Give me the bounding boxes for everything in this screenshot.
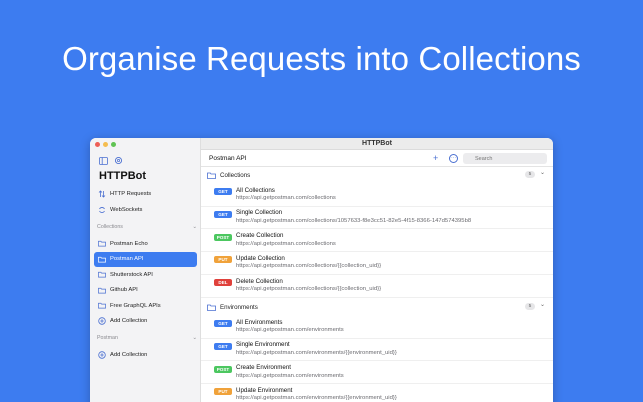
plus-circle-icon <box>98 317 106 325</box>
request-url: https://api.getpostman.com/environments/… <box>236 349 397 356</box>
sidebar-toggle-icon[interactable] <box>99 156 108 165</box>
collections-section-header[interactable]: Collections ⌄ <box>97 224 197 230</box>
chevron-down-icon[interactable]: ⌄ <box>193 335 197 341</box>
request-row[interactable]: POST Create Environment https://api.getpos… <box>201 362 553 385</box>
folder-icon <box>98 271 106 279</box>
more-options-button[interactable]: ··· <box>449 154 458 163</box>
request-name: Create Collection <box>236 232 284 240</box>
method-badge: GET <box>214 188 232 195</box>
sync-icon <box>98 206 106 214</box>
request-row[interactable]: DEL Delete Collection https://api.getpostm… <box>201 275 553 298</box>
request-name: Update Environment <box>236 386 293 394</box>
toolbar: Postman API + ··· ⌕ <box>201 150 553 167</box>
zoom-window-button[interactable] <box>111 142 116 147</box>
arrows-icon <box>98 189 106 198</box>
gear-icon[interactable] <box>114 156 123 165</box>
request-list-pane: Postman API + ··· ⌕ Collections5⌄GETAll … <box>201 150 553 402</box>
sidebar-item-http-requests[interactable]: HTTP Requests <box>94 186 197 201</box>
app-title: HTTPBot <box>99 170 147 182</box>
request-url: https://api.getpostman.com/collections/1… <box>236 217 472 224</box>
group-header[interactable]: Environments 5 ⌄ <box>207 300 547 314</box>
count-badge: 5 <box>525 171 535 178</box>
request-name: All Environments <box>236 318 283 326</box>
sidebar-item-shutterstock-api[interactable]: Shutterstock API <box>94 267 197 282</box>
sidebar-item-postman-api[interactable]: Postman API <box>94 251 197 267</box>
method-badge: PUT <box>214 256 232 264</box>
request-row[interactable]: PUT Update Environment https://api.getpost… <box>201 384 553 402</box>
method-badge: GET <box>214 320 232 327</box>
close-window-button[interactable] <box>95 142 100 147</box>
request-row[interactable]: GET Single Environment https://api.getpost… <box>201 339 553 362</box>
request-row[interactable]: POST Create Collection https://api.getpost… <box>201 230 553 253</box>
request-url: https://api.getpostman.com/collections <box>236 195 336 201</box>
sidebar-item-websockets[interactable]: WebSockets <box>94 202 197 217</box>
postman-add-collection[interactable]: Add Collection <box>94 347 197 362</box>
headline: Organise Requests into Collections <box>62 40 581 77</box>
chevron-down-icon[interactable]: ⌄ <box>193 224 197 230</box>
folder-icon <box>98 286 106 294</box>
plus-circle-icon <box>98 350 106 359</box>
method-badge: PUT <box>214 388 232 396</box>
folder-icon <box>98 240 106 248</box>
request-name: All Collections <box>236 186 275 194</box>
request-name: Single Collection <box>236 209 283 217</box>
group-header[interactable]: Collections 5 ⌄ <box>207 168 547 182</box>
method-badge: POST <box>214 365 232 373</box>
request-name: Create Environment <box>236 364 292 372</box>
traffic-lights <box>95 142 116 147</box>
method-badge: DEL <box>214 279 232 287</box>
request-row[interactable]: GET All Environments https://api.getpostma… <box>201 316 553 339</box>
folder-icon <box>98 302 106 310</box>
request-row[interactable]: GET Single Collection https://api.getpostm… <box>201 207 553 230</box>
sidebar: HTTPBot HTTP Requests WebSockets Collecti… <box>90 138 201 402</box>
add-request-button[interactable]: + <box>433 153 438 163</box>
collection-title: Postman API <box>209 154 247 162</box>
request-url: https://api.getpostman.com/environments/… <box>236 395 397 402</box>
sidebar-item-add-collection[interactable]: Add Collection <box>94 314 197 329</box>
minimize-window-button[interactable] <box>103 142 108 147</box>
request-name: Single Environment <box>236 341 290 349</box>
method-badge: GET <box>214 342 232 350</box>
method-badge: POST <box>214 233 232 241</box>
sidebar-item-github-api[interactable]: Github API <box>94 283 197 298</box>
count-badge: 5 <box>525 303 535 310</box>
request-row[interactable]: PUT Update Collection https://api.getpostm… <box>201 252 553 275</box>
request-name: Delete Collection <box>236 277 283 285</box>
folder-icon <box>207 172 216 179</box>
app-window: HTTPBot HTTP Requests WebSockets Collecti… <box>90 138 553 402</box>
folder-icon <box>98 255 106 263</box>
request-url: https://api.getpostman.com/environments <box>236 372 344 379</box>
method-badge: GET <box>214 210 232 218</box>
request-name: Update Collection <box>236 254 285 262</box>
postman-section-header[interactable]: Postman ⌄ <box>97 335 197 341</box>
request-url: https://api.getpostman.com/collections/{… <box>236 286 382 293</box>
request-url: https://api.getpostman.com/collections/{… <box>236 263 382 270</box>
chevron-down-icon[interactable]: ⌄ <box>540 301 545 308</box>
search-input[interactable] <box>463 153 547 164</box>
request-row[interactable]: GET All Collections https://api.getpostman… <box>201 184 553 207</box>
sidebar-item-free-graphql-apis[interactable]: Free GraphQL APIs <box>94 298 197 313</box>
window-title: HTTPBot <box>201 138 553 150</box>
folder-icon <box>207 304 216 311</box>
request-url: https://api.getpostman.com/collections <box>236 240 336 247</box>
request-url: https://api.getpostman.com/environments <box>236 327 344 333</box>
sidebar-item-postman-echo[interactable]: Postman Echo <box>94 236 197 251</box>
chevron-down-icon[interactable]: ⌄ <box>540 169 545 176</box>
